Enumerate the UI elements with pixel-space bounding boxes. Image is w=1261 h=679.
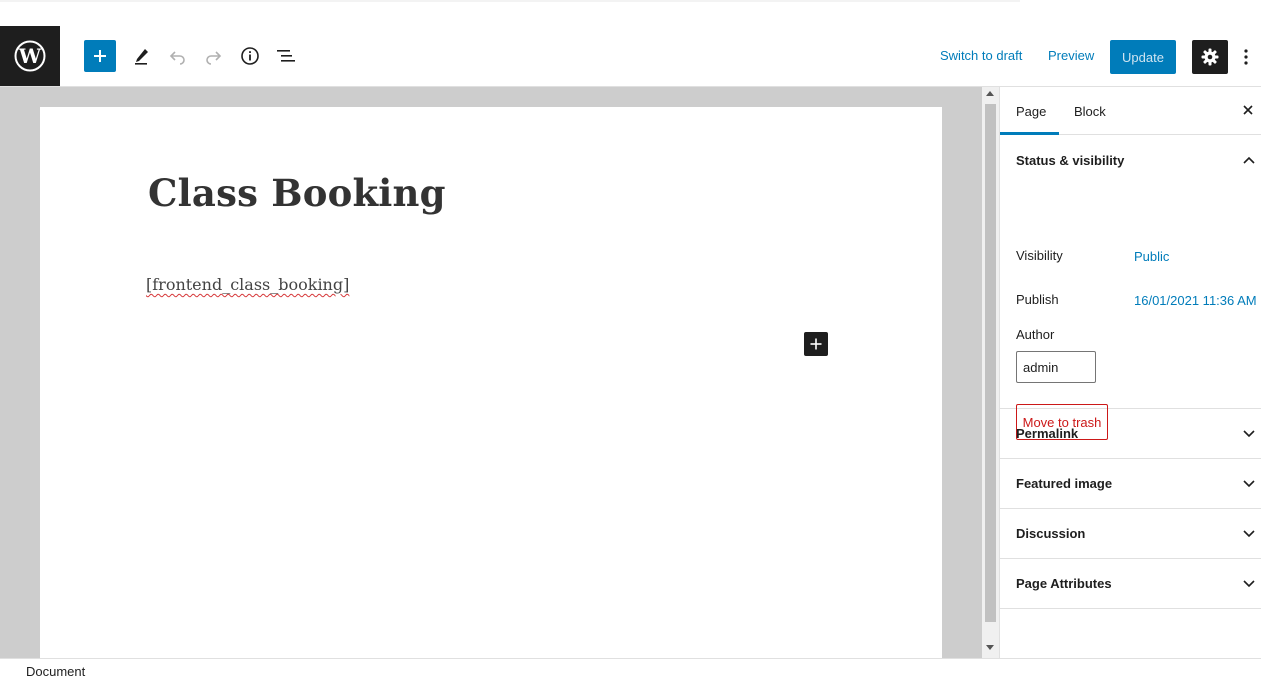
chevron-down-icon xyxy=(1241,426,1257,442)
chevron-down-icon xyxy=(1241,476,1257,492)
shortcode-text: [frontend_class_booking] xyxy=(146,275,350,294)
panel-title: Featured image xyxy=(1016,476,1113,491)
top-strip xyxy=(0,0,1020,2)
scroll-up-arrow-icon[interactable] xyxy=(986,91,994,96)
visibility-label: Visibility xyxy=(1016,248,1063,263)
close-icon xyxy=(1243,105,1253,115)
publish-date-button[interactable]: 16/01/2021 11:36 AM xyxy=(1134,293,1257,308)
scroll-thumb[interactable] xyxy=(985,104,996,622)
editor-header: W Switch to draft Preview Update xyxy=(0,26,1261,87)
info-icon xyxy=(241,47,259,65)
discussion-panel[interactable]: Discussion xyxy=(1000,509,1261,559)
editor-canvas: Class Booking [frontend_class_booking] xyxy=(0,87,982,658)
list-view-button[interactable] xyxy=(270,40,302,72)
tab-page[interactable]: Page xyxy=(1000,87,1059,135)
canvas-scrollbar[interactable] xyxy=(982,87,999,658)
breadcrumb-document[interactable]: Document xyxy=(26,664,85,679)
editor-page: Class Booking [frontend_class_booking] xyxy=(40,107,942,658)
chevron-down-icon xyxy=(1241,576,1257,592)
gear-icon xyxy=(1201,48,1219,66)
block-inserter-button[interactable] xyxy=(804,332,828,356)
status-visibility-toggle[interactable]: Status & visibility xyxy=(1000,135,1261,185)
panel-title: Page Attributes xyxy=(1016,576,1112,591)
wordpress-icon: W xyxy=(14,40,46,72)
editor-footer: Document xyxy=(0,658,1261,679)
featured-image-panel[interactable]: Featured image xyxy=(1000,459,1261,509)
panel-title: Discussion xyxy=(1016,526,1086,541)
settings-sidebar: Page Block Status & visibility Visibilit… xyxy=(999,87,1261,658)
chevron-down-icon xyxy=(1241,526,1257,542)
details-button[interactable] xyxy=(234,40,266,72)
tools-button[interactable] xyxy=(126,40,158,72)
preview-button[interactable]: Preview xyxy=(1048,48,1094,63)
pencil-icon xyxy=(135,49,148,65)
wordpress-logo[interactable]: W xyxy=(0,26,60,86)
update-button[interactable]: Update xyxy=(1110,40,1176,74)
shortcode-block[interactable]: [frontend_class_booking] xyxy=(146,275,349,294)
list-outline-icon xyxy=(277,50,295,62)
post-title[interactable]: Class Booking xyxy=(148,171,446,215)
settings-button[interactable] xyxy=(1192,40,1228,74)
status-visibility-panel: Status & visibility Visibility Public Pu… xyxy=(1000,135,1261,440)
more-vertical-icon xyxy=(1244,49,1248,65)
add-block-button[interactable] xyxy=(84,40,116,72)
permalink-panel[interactable]: Permalink xyxy=(1000,409,1261,459)
redo-button[interactable] xyxy=(197,40,229,72)
plus-icon xyxy=(94,50,106,62)
panel-title: Status & visibility xyxy=(1016,152,1125,168)
sidebar-tabs: Page Block xyxy=(1000,87,1261,135)
visibility-value-button[interactable]: Public xyxy=(1134,249,1169,264)
svg-text:W: W xyxy=(18,44,42,68)
more-options-button[interactable] xyxy=(1236,40,1256,74)
plus-icon xyxy=(810,338,822,350)
author-select[interactable]: admin xyxy=(1016,351,1096,383)
publish-label: Publish xyxy=(1016,292,1059,307)
undo-button[interactable] xyxy=(162,40,194,72)
close-sidebar-button[interactable] xyxy=(1237,99,1259,121)
tab-block[interactable]: Block xyxy=(1058,87,1122,135)
undo-icon xyxy=(169,51,185,65)
redo-icon xyxy=(206,51,222,65)
scroll-down-arrow-icon[interactable] xyxy=(986,645,994,650)
page-attributes-panel[interactable]: Page Attributes xyxy=(1000,559,1261,609)
chevron-up-icon xyxy=(1241,152,1257,168)
panel-title: Permalink xyxy=(1016,426,1079,441)
author-label: Author xyxy=(1016,327,1055,342)
switch-to-draft-button[interactable]: Switch to draft xyxy=(940,48,1022,63)
